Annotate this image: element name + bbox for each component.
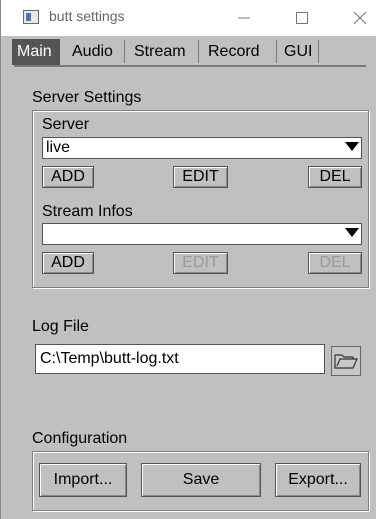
server-add-button[interactable]: ADD — [42, 166, 94, 188]
tab-main[interactable]: Main — [12, 39, 60, 65]
close-icon — [354, 12, 366, 24]
minimize-button[interactable] — [221, 3, 267, 33]
chevron-down-icon — [345, 142, 359, 151]
window-title: butt settings — [49, 8, 125, 24]
save-button[interactable]: Save — [141, 463, 261, 497]
maximize-icon — [296, 12, 308, 24]
configuration-label: Configuration — [32, 430, 128, 447]
server-edit-button[interactable]: EDIT — [173, 166, 228, 188]
server-label: Server — [42, 116, 90, 133]
tab-stream[interactable]: Stream — [129, 40, 199, 63]
close-button[interactable] — [337, 3, 376, 33]
server-select-value: live — [46, 139, 71, 156]
export-button[interactable]: Export... — [275, 463, 361, 497]
server-del-button[interactable]: DEL — [308, 166, 362, 188]
tab-audio[interactable]: Audio — [67, 40, 125, 63]
log-file-label: Log File — [32, 318, 89, 335]
minimize-icon — [238, 17, 250, 19]
browse-button[interactable] — [331, 346, 361, 376]
stream-infos-edit-button[interactable]: EDIT — [173, 252, 228, 274]
server-select[interactable]: live — [42, 137, 362, 159]
stream-infos-del-button[interactable]: DEL — [308, 252, 362, 274]
tab-gui[interactable]: GUI — [279, 40, 319, 63]
tab-record[interactable]: Record — [203, 40, 277, 63]
folder-icon — [334, 354, 358, 369]
chevron-down-icon — [345, 228, 359, 237]
stream-infos-add-button[interactable]: ADD — [42, 252, 94, 274]
stream-infos-label: Stream Infos — [42, 203, 133, 220]
tab-bar: Main Audio Stream Record GUI — [12, 39, 367, 65]
import-button[interactable]: Import... — [39, 463, 127, 497]
maximize-button[interactable] — [279, 3, 325, 33]
app-icon — [23, 10, 39, 24]
log-file-input[interactable]: C:\Temp\butt-log.txt — [35, 344, 325, 374]
title-bar: butt settings — [1, 0, 376, 36]
server-settings-heading: Server Settings — [32, 89, 142, 106]
stream-infos-select[interactable] — [42, 223, 362, 245]
settings-window: butt settings Main Audio Stream Record G… — [0, 0, 376, 519]
